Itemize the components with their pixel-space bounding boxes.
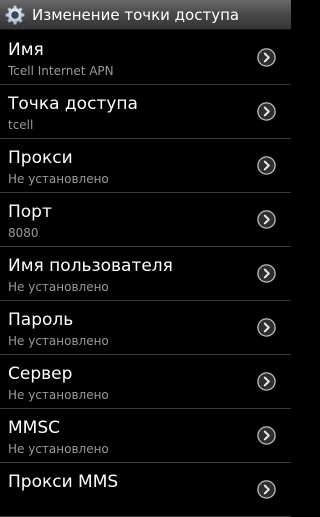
chevron-right-icon[interactable] bbox=[257, 264, 276, 283]
item-label: Имя пользователя bbox=[8, 256, 173, 276]
item-value: tcell bbox=[8, 118, 34, 132]
chevron-right-icon[interactable] bbox=[257, 102, 276, 121]
item-value: Не установлено bbox=[8, 388, 109, 402]
settings-list: Имя Tcell Internet APN Точка доступа tcell П… bbox=[0, 31, 291, 517]
gear-icon bbox=[5, 5, 25, 25]
list-item-username[interactable]: Имя пользователя Не установлено bbox=[0, 247, 291, 301]
chevron-right-icon[interactable] bbox=[257, 318, 276, 337]
item-label: Пароль bbox=[8, 310, 74, 330]
list-item-mmsc[interactable]: MMSC Не установлено bbox=[0, 409, 291, 463]
item-value: Не установлено bbox=[8, 334, 109, 348]
item-label: Сервер bbox=[8, 364, 73, 384]
list-item-proxy[interactable]: Прокси Не установлено bbox=[0, 139, 291, 193]
chevron-right-icon[interactable] bbox=[257, 210, 276, 229]
item-value: Не установлено bbox=[8, 172, 109, 186]
item-value: Не установлено bbox=[8, 280, 109, 294]
item-value: 8080 bbox=[8, 226, 39, 240]
item-label: MMSC bbox=[8, 418, 60, 438]
list-item-password[interactable]: Пароль Не установлено bbox=[0, 301, 291, 355]
title-bar: Изменение точки доступа bbox=[0, 0, 291, 30]
item-label: Имя bbox=[8, 40, 44, 60]
item-label: Порт bbox=[8, 202, 52, 222]
chevron-right-icon[interactable] bbox=[257, 48, 276, 67]
list-item-server[interactable]: Сервер Не установлено bbox=[0, 355, 291, 409]
chevron-right-icon[interactable] bbox=[257, 156, 276, 175]
chevron-right-icon[interactable] bbox=[257, 426, 276, 445]
list-item-apn[interactable]: Точка доступа tcell bbox=[0, 85, 291, 139]
list-item-port[interactable]: Порт 8080 bbox=[0, 193, 291, 247]
item-label: Точка доступа bbox=[8, 94, 138, 114]
page-title: Изменение точки доступа bbox=[32, 6, 240, 24]
list-item-mms-proxy[interactable]: Прокси MMS bbox=[0, 463, 291, 517]
item-label: Прокси MMS bbox=[8, 472, 119, 492]
list-item-name[interactable]: Имя Tcell Internet APN bbox=[0, 31, 291, 85]
item-label: Прокси bbox=[8, 148, 73, 168]
chevron-right-icon[interactable] bbox=[257, 372, 276, 391]
item-value: Не установлено bbox=[8, 442, 109, 456]
chevron-right-icon[interactable] bbox=[257, 480, 276, 499]
item-value: Tcell Internet APN bbox=[8, 64, 114, 78]
